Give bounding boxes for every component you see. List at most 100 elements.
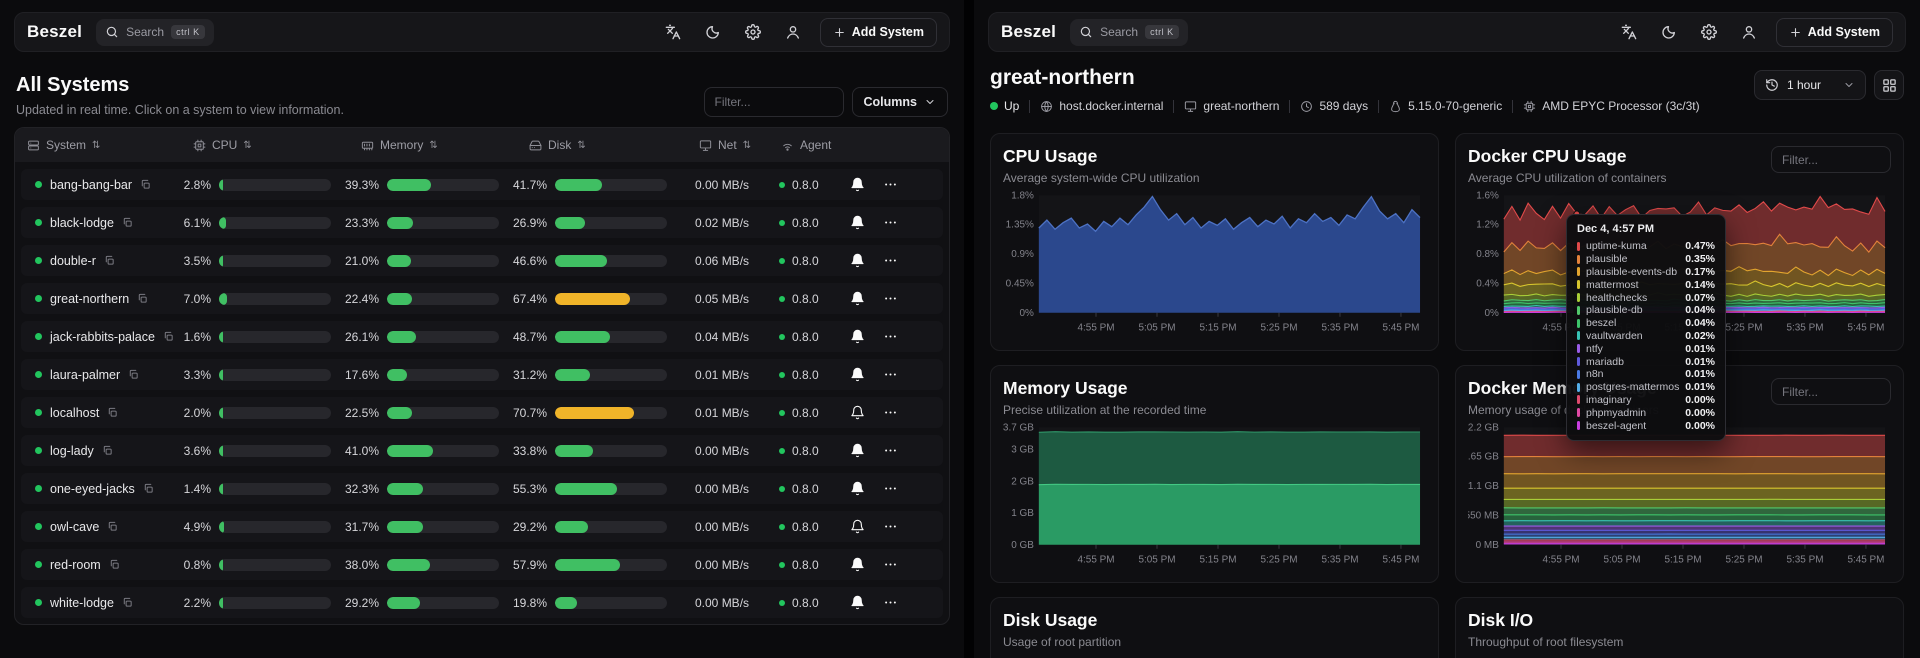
copy-icon[interactable] bbox=[140, 179, 151, 190]
bell-icon[interactable] bbox=[839, 367, 875, 382]
table-row[interactable]: black-lodge6.1%23.3%26.9%0.02 MB/s0.8.0 bbox=[21, 207, 943, 238]
bell-icon[interactable] bbox=[839, 595, 875, 610]
search-input[interactable]: Search ctrl K bbox=[96, 19, 214, 46]
meter-track bbox=[219, 559, 331, 571]
row-actions-icon[interactable] bbox=[875, 595, 905, 610]
table-row[interactable]: owl-cave4.9%31.7%29.2%0.00 MB/s0.8.0 bbox=[21, 511, 943, 542]
bell-icon[interactable] bbox=[839, 557, 875, 572]
add-system-button[interactable]: Add System bbox=[820, 18, 937, 47]
columns-button[interactable]: Columns bbox=[852, 87, 948, 117]
table-row[interactable]: red-room0.8%38.0%57.9%0.00 MB/s0.8.0 bbox=[21, 549, 943, 580]
copy-icon[interactable] bbox=[104, 255, 115, 266]
bell-icon[interactable] bbox=[839, 329, 875, 344]
row-actions-icon[interactable] bbox=[875, 215, 905, 230]
navbar: Beszel Search ctrl K Add System bbox=[988, 12, 1906, 52]
languages-icon[interactable] bbox=[660, 19, 686, 45]
meter-track bbox=[387, 559, 499, 571]
column-header-disk[interactable]: Disk⇅ bbox=[507, 138, 673, 152]
copy-icon[interactable] bbox=[137, 293, 148, 304]
bell-icon[interactable] bbox=[839, 215, 875, 230]
svg-text:5:05 PM: 5:05 PM bbox=[1603, 555, 1640, 566]
settings-icon[interactable] bbox=[1696, 19, 1722, 45]
table-row[interactable]: jack-rabbits-palace1.6%26.1%48.7%0.04 MB… bbox=[21, 321, 943, 352]
settings-icon[interactable] bbox=[740, 19, 766, 45]
bell-icon[interactable] bbox=[839, 291, 875, 306]
clock-icon bbox=[1765, 78, 1779, 92]
row-actions-icon[interactable] bbox=[875, 367, 905, 382]
meter-track bbox=[387, 293, 499, 305]
svg-text:4:55 PM: 4:55 PM bbox=[1543, 555, 1580, 566]
system-name: black-lodge bbox=[50, 216, 114, 230]
row-actions-icon[interactable] bbox=[875, 177, 905, 192]
copy-icon[interactable] bbox=[122, 597, 133, 608]
copy-icon[interactable] bbox=[109, 559, 120, 570]
bell-icon[interactable] bbox=[839, 481, 875, 496]
row-actions-icon[interactable] bbox=[875, 557, 905, 572]
column-header-net[interactable]: Net⇅ bbox=[673, 138, 769, 152]
column-header-memory[interactable]: Memory⇅ bbox=[339, 138, 507, 152]
svg-text:5:45 PM: 5:45 PM bbox=[1847, 555, 1884, 566]
row-actions-icon[interactable] bbox=[875, 291, 905, 306]
cpu-value: 1.6% bbox=[177, 330, 219, 344]
meta-cpu-model: AMD EPYC Processor (3c/3t) bbox=[1523, 99, 1699, 113]
row-actions-icon[interactable] bbox=[875, 481, 905, 496]
status-dot bbox=[990, 102, 998, 110]
user-icon[interactable] bbox=[780, 19, 806, 45]
search-input[interactable]: Search ctrl K bbox=[1070, 19, 1188, 46]
table-row[interactable]: localhost2.0%22.5%70.7%0.01 MB/s0.8.0 bbox=[21, 397, 943, 428]
agent-status-dot bbox=[779, 410, 785, 416]
bell-icon[interactable] bbox=[839, 519, 875, 534]
bell-icon[interactable] bbox=[839, 405, 875, 420]
layout-grid-button[interactable] bbox=[1874, 70, 1904, 100]
add-system-button[interactable]: Add System bbox=[1776, 18, 1893, 47]
moon-icon[interactable] bbox=[1656, 19, 1682, 45]
meter-fill bbox=[387, 483, 423, 495]
table-row[interactable]: laura-palmer3.3%17.6%31.2%0.01 MB/s0.8.0 bbox=[21, 359, 943, 390]
meter-fill bbox=[555, 331, 610, 343]
time-range-select[interactable]: 1 hour bbox=[1754, 70, 1866, 100]
meter-fill bbox=[387, 597, 420, 609]
status-dot bbox=[35, 181, 42, 188]
moon-icon[interactable] bbox=[700, 19, 726, 45]
docker-memory-chart: 2.2 GB1.65 GB1.1 GB550 MB0 MB4:55 PM5:05… bbox=[1468, 423, 1891, 573]
system-meta-row: Uphost.docker.internalgreat-northern589 … bbox=[990, 99, 1700, 113]
table-row[interactable]: log-lady3.6%41.0%33.8%0.00 MB/s0.8.0 bbox=[21, 435, 943, 466]
row-actions-icon[interactable] bbox=[875, 519, 905, 534]
copy-icon[interactable] bbox=[107, 407, 118, 418]
table-row[interactable]: white-lodge2.2%29.2%19.8%0.00 MB/s0.8.0 bbox=[21, 587, 943, 618]
container-filter-input[interactable] bbox=[1771, 378, 1891, 405]
copy-icon[interactable] bbox=[122, 217, 133, 228]
table-row[interactable]: one-eyed-jacks1.4%32.3%55.3%0.00 MB/s0.8… bbox=[21, 473, 943, 504]
meter-track bbox=[219, 179, 331, 191]
row-actions-icon[interactable] bbox=[875, 443, 905, 458]
user-icon[interactable] bbox=[1736, 19, 1762, 45]
meter-fill bbox=[555, 597, 577, 609]
row-actions-icon[interactable] bbox=[875, 405, 905, 420]
svg-text:5:35 PM: 5:35 PM bbox=[1321, 323, 1358, 334]
copy-icon[interactable] bbox=[143, 483, 154, 494]
chip-icon bbox=[1523, 100, 1536, 113]
agent-status-dot bbox=[779, 182, 785, 188]
meter-track bbox=[555, 293, 667, 305]
row-actions-icon[interactable] bbox=[875, 329, 905, 344]
column-header-system[interactable]: System⇅ bbox=[27, 138, 177, 152]
container-filter-input[interactable] bbox=[1771, 146, 1891, 173]
svg-text:5:25 PM: 5:25 PM bbox=[1725, 323, 1762, 334]
meter-fill bbox=[387, 559, 430, 571]
copy-icon[interactable] bbox=[107, 521, 118, 532]
table-filter-input[interactable] bbox=[704, 87, 844, 117]
beszel-logo: Beszel bbox=[1001, 22, 1056, 42]
cpu-value: 6.1% bbox=[177, 216, 219, 230]
bell-icon[interactable] bbox=[839, 443, 875, 458]
bell-icon[interactable] bbox=[839, 177, 875, 192]
row-actions-icon[interactable] bbox=[875, 253, 905, 268]
copy-icon[interactable] bbox=[102, 445, 113, 456]
copy-icon[interactable] bbox=[128, 369, 139, 380]
column-header-cpu[interactable]: CPU⇅ bbox=[177, 138, 339, 152]
bell-icon[interactable] bbox=[839, 253, 875, 268]
table-row[interactable]: bang-bang-bar2.8%39.3%41.7%0.00 MB/s0.8.… bbox=[21, 169, 943, 200]
languages-icon[interactable] bbox=[1616, 19, 1642, 45]
table-row[interactable]: double-r3.5%21.0%46.6%0.06 MB/s0.8.0 bbox=[21, 245, 943, 276]
copy-icon[interactable] bbox=[163, 331, 174, 342]
table-row[interactable]: great-northern7.0%22.4%67.4%0.05 MB/s0.8… bbox=[21, 283, 943, 314]
